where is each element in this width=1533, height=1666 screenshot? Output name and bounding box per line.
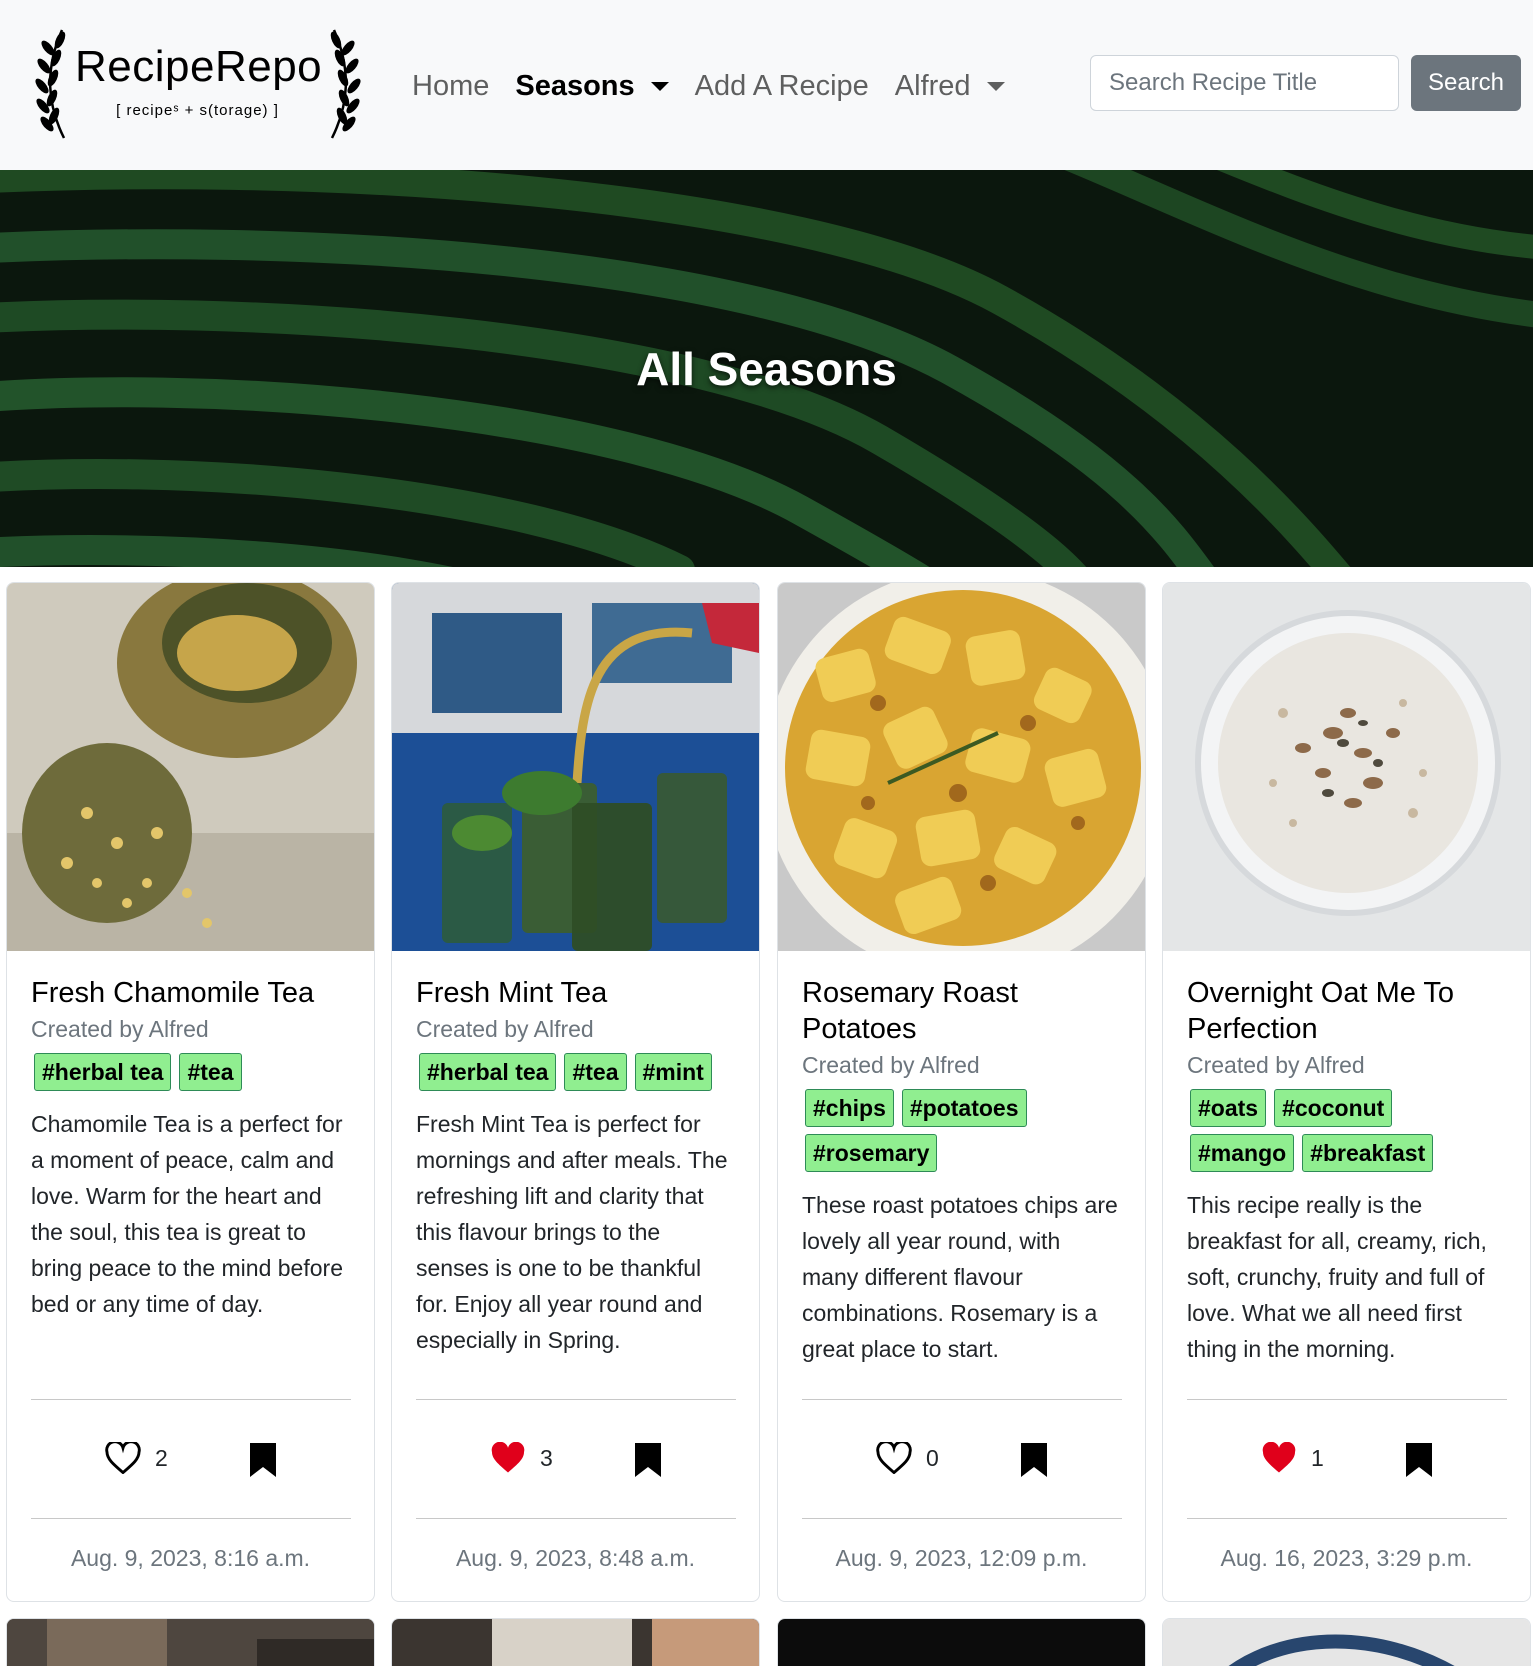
like-count: 2: [155, 1444, 168, 1471]
recipe-image-roast-potatoes[interactable]: [778, 583, 1145, 951]
nav-add-recipe-label: Add A Recipe: [694, 69, 869, 102]
recipe-title[interactable]: Fresh Mint Tea: [416, 975, 736, 1011]
recipe-author: Created by Alfred: [1187, 1052, 1365, 1078]
like-count: 0: [926, 1444, 939, 1471]
like-button[interactable]: 1: [1261, 1442, 1324, 1474]
bookmark-button[interactable]: [1020, 1442, 1048, 1483]
heart-outline-icon: [105, 1442, 141, 1474]
recipe-card[interactable]: Fresh Mint Tea Created by Alfred #herbal…: [391, 582, 760, 1602]
bookmark-button[interactable]: [249, 1442, 277, 1483]
recipe-tags: #oats #coconut #mango #breakfast: [1187, 1089, 1507, 1179]
recipe-actions: 0: [802, 1399, 1122, 1519]
recipe-date: Aug. 9, 2023, 8:48 a.m.: [455, 1545, 696, 1571]
heart-filled-icon: [491, 1442, 525, 1473]
recipe-card-next-image[interactable]: [1162, 1618, 1531, 1666]
recipe-image-chamomile[interactable]: [7, 583, 374, 951]
recipe-card-body: Fresh Mint Tea Created by Alfred #herbal…: [416, 975, 736, 1358]
recipe-description: These roast potatoes chips are lovely al…: [802, 1192, 1118, 1362]
recipe-description: Fresh Mint Tea is perfect for mornings a…: [416, 1111, 728, 1353]
recipe-title[interactable]: Overnight Oat Me To Perfection: [1187, 975, 1507, 1047]
recipe-tag[interactable]: #herbal tea: [34, 1053, 172, 1091]
nav-seasons-label: Seasons: [515, 69, 635, 102]
recipe-title[interactable]: Rosemary Roast Potatoes: [802, 975, 1122, 1047]
brand-tagline: [ recipeˢ + s(torage) ]: [116, 102, 279, 119]
nav-home-label: Home: [412, 69, 490, 102]
like-count: 1: [1311, 1444, 1324, 1471]
recipe-date: Aug. 9, 2023, 12:09 p.m.: [835, 1545, 1088, 1571]
like-button[interactable]: 0: [876, 1442, 939, 1474]
recipe-author: Created by Alfred: [802, 1052, 980, 1078]
recipe-tags: #chips #potatoes #rosemary: [802, 1089, 1122, 1179]
recipe-tag[interactable]: #tea: [564, 1053, 627, 1091]
nav-seasons-dropdown[interactable]: Seasons: [515, 69, 669, 103]
recipe-tag[interactable]: #tea: [179, 1053, 242, 1091]
recipe-card[interactable]: Overnight Oat Me To Perfection Created b…: [1162, 582, 1531, 1602]
recipe-date: Aug. 9, 2023, 8:16 a.m.: [70, 1545, 311, 1571]
laurel-left-icon: [35, 29, 66, 139]
brand-logo[interactable]: RecipeRepo [ recipeˢ + s(torage) ]: [30, 22, 361, 147]
bookmark-icon: [1021, 1443, 1047, 1477]
recipe-date: Aug. 16, 2023, 3:29 p.m.: [1220, 1545, 1473, 1571]
recipe-author: Created by Alfred: [31, 1016, 209, 1042]
recipe-description: Chamomile Tea is a perfect for a moment …: [31, 1111, 343, 1317]
bookmark-button[interactable]: [634, 1442, 662, 1483]
recipe-tags: #herbal tea #tea #mint: [416, 1053, 736, 1098]
laurel-right-icon: [330, 29, 361, 139]
recipe-tag[interactable]: #oats: [1190, 1089, 1267, 1127]
recipe-tag[interactable]: #potatoes: [901, 1089, 1027, 1127]
heart-outline-icon: [876, 1442, 912, 1474]
recipe-tags: #herbal tea #tea: [31, 1053, 351, 1098]
nav-user-dropdown[interactable]: Alfred: [895, 70, 1005, 103]
heart-filled-icon: [1262, 1442, 1296, 1473]
recipe-card-body: Overnight Oat Me To Perfection Created b…: [1187, 975, 1507, 1367]
recipe-tag[interactable]: #coconut: [1274, 1089, 1393, 1127]
brand-name: RecipeRepo: [75, 42, 323, 91]
page-title: All Seasons: [636, 343, 897, 395]
recipe-description: This recipe really is the breakfast for …: [1187, 1192, 1487, 1362]
bookmark-icon: [1406, 1443, 1432, 1477]
recipe-tag[interactable]: #herbal tea: [419, 1053, 557, 1091]
recipe-actions: 3: [416, 1399, 736, 1519]
recipe-image-overnight-oats[interactable]: [1163, 583, 1530, 951]
recipe-tag[interactable]: #mango: [1190, 1134, 1295, 1172]
bookmark-icon: [250, 1443, 276, 1477]
recipe-actions: 1: [1187, 1399, 1507, 1519]
recipe-tag[interactable]: #breakfast: [1302, 1134, 1434, 1172]
recipe-image-mint-tea[interactable]: [392, 583, 759, 951]
recipe-tag[interactable]: #rosemary: [805, 1134, 938, 1172]
nav-user-label: Alfred: [894, 69, 971, 102]
recipe-tag[interactable]: #chips: [805, 1089, 894, 1127]
recipe-card-next-image[interactable]: [777, 1618, 1146, 1666]
search-input[interactable]: [1090, 55, 1399, 111]
recipe-card-next-image[interactable]: [6, 1618, 375, 1666]
recipe-card-next-image[interactable]: [391, 1618, 760, 1666]
like-button[interactable]: 2: [105, 1442, 168, 1474]
like-count: 3: [540, 1444, 553, 1471]
chevron-down-icon: [650, 81, 669, 91]
recipe-author: Created by Alfred: [416, 1016, 594, 1042]
bookmark-icon: [635, 1443, 661, 1477]
bookmark-button[interactable]: [1405, 1442, 1433, 1483]
recipe-card-body: Fresh Chamomile Tea Created by Alfred #h…: [31, 975, 351, 1322]
like-button[interactable]: 3: [490, 1442, 553, 1474]
hero-banner: All Seasons: [0, 170, 1533, 567]
recipe-title[interactable]: Fresh Chamomile Tea: [31, 975, 351, 1011]
recipe-tag[interactable]: #mint: [634, 1053, 712, 1091]
main-nav: Home Seasons Add A Recipe Alfred: [412, 64, 1031, 108]
recipe-actions: 2: [31, 1399, 351, 1519]
recipe-card[interactable]: Rosemary Roast Potatoes Created by Alfre…: [777, 582, 1146, 1602]
chevron-down-icon: [986, 81, 1005, 91]
search-button[interactable]: Search: [1411, 55, 1521, 111]
recipe-card-body: Rosemary Roast Potatoes Created by Alfre…: [802, 975, 1122, 1367]
nav-add-recipe[interactable]: Add A Recipe: [695, 70, 869, 103]
navbar: RecipeRepo [ recipeˢ + s(torage) ] Home …: [0, 0, 1533, 170]
recipe-card[interactable]: Fresh Chamomile Tea Created by Alfred #h…: [6, 582, 375, 1602]
nav-home[interactable]: Home: [412, 70, 489, 103]
